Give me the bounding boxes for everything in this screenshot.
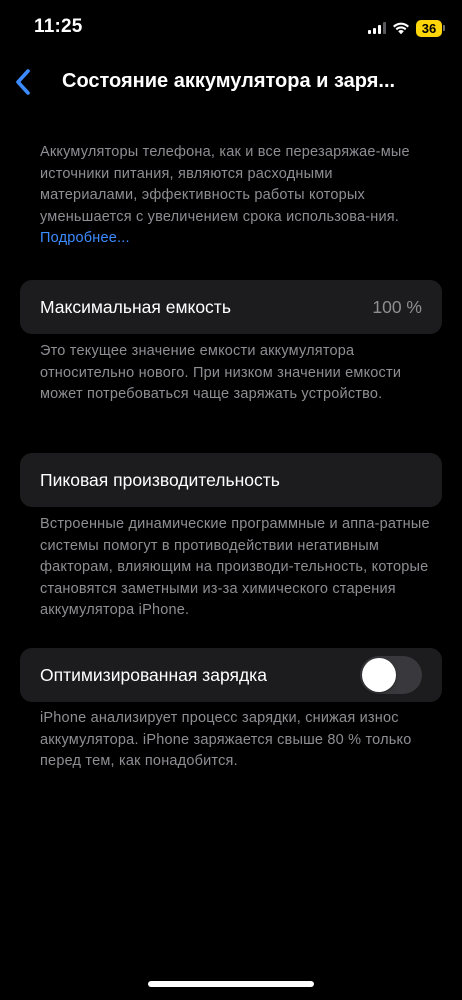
max-capacity-value: 100 % — [372, 296, 422, 317]
optimized-charging-cell: Оптимизированная зарядка — [20, 648, 442, 702]
optimized-charging-toggle[interactable] — [360, 656, 422, 694]
home-indicator[interactable] — [148, 981, 314, 987]
intro-description: Аккумуляторы телефона, как и все перезар… — [40, 144, 410, 225]
peak-performance-cell: Пиковая производительность — [20, 453, 442, 507]
max-capacity-footnote: Это текущее значение емкости аккумулятор… — [40, 343, 402, 402]
max-capacity-label: Максимальная емкость — [40, 296, 231, 317]
peak-performance-footnote: Встроенные динамические программные и ап… — [40, 516, 430, 618]
toggle-knob — [362, 658, 396, 692]
battery-health-screen: 11:25 36 Состояние аккумулятора и заря..… — [0, 0, 462, 1000]
wifi-icon — [393, 22, 409, 35]
chevron-left-icon — [16, 69, 30, 95]
peak-performance-label: Пиковая производительность — [40, 469, 280, 490]
status-icons: 36 — [368, 19, 445, 37]
optimized-charging-label: Оптимизированная зарядка — [40, 664, 267, 685]
navigation-bar: Состояние аккумулятора и заря... — [0, 62, 462, 102]
cellular-signal-icon — [368, 22, 386, 34]
max-capacity-cell: Максимальная емкость 100 % — [20, 280, 442, 334]
intro-text: Аккумуляторы телефона, как и все перезар… — [40, 142, 430, 250]
learn-more-link[interactable]: Подробнее... — [40, 230, 130, 246]
status-bar: 11:25 36 — [0, 0, 462, 56]
status-time: 11:25 — [34, 16, 83, 37]
back-button[interactable] — [8, 64, 38, 100]
optimized-charging-footnote: iPhone анализирует процесс зарядки, сниж… — [40, 710, 412, 769]
page-title: Состояние аккумулятора и заря... — [62, 70, 396, 92]
battery-icon: 36 — [416, 19, 445, 37]
